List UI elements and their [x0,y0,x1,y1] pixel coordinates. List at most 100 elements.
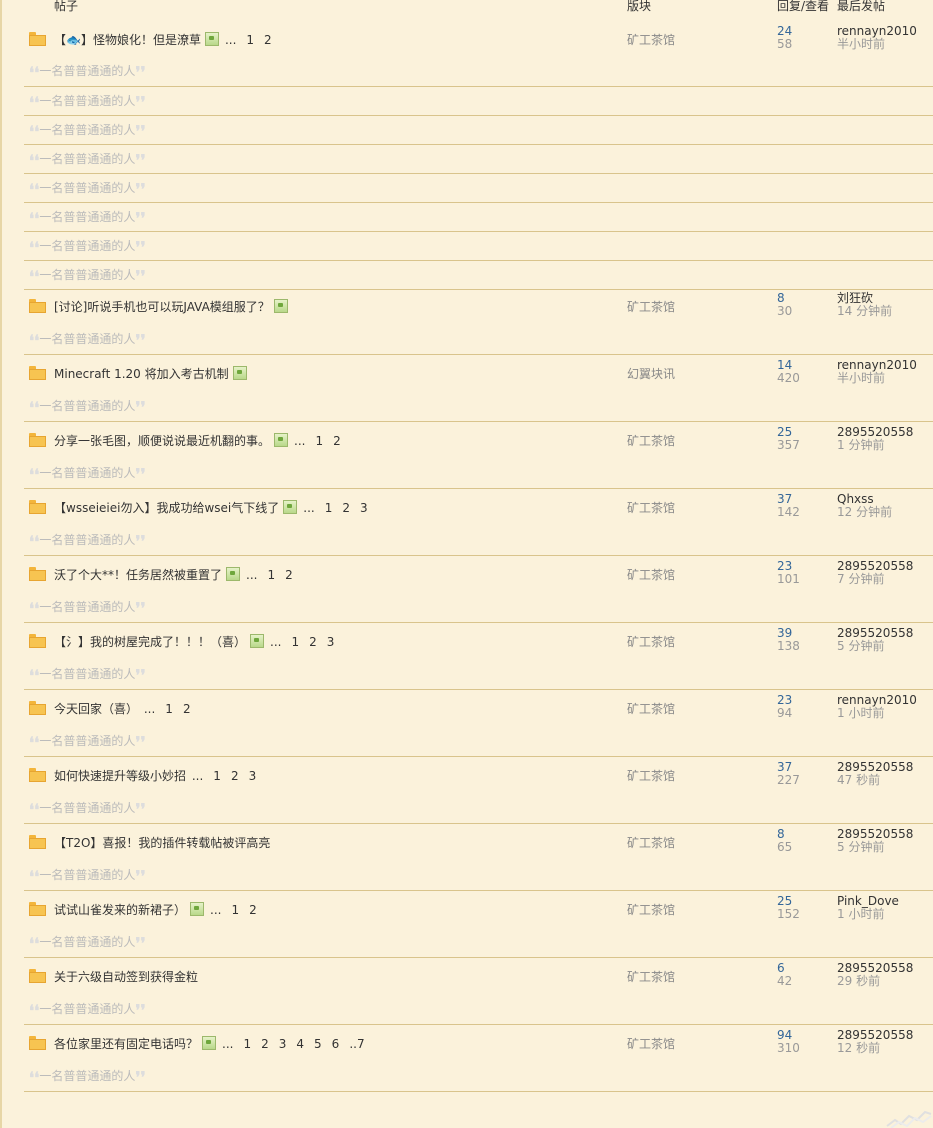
last-post-time[interactable]: 29 秒前 [837,975,913,988]
quote-open-icon: ❛❛ [29,599,40,618]
page-link[interactable]: ..7 [349,1037,364,1051]
forum-link[interactable]: 矿工茶馆 [627,634,675,650]
thread-title-link[interactable]: 【wsseieiei勿入】我成功给wsei气下线了 [54,501,279,515]
page-link[interactable]: 4 [296,1037,304,1051]
thread-title-link[interactable]: 【🐟】怪物娘化！但是潦草 [54,33,201,47]
page-link[interactable]: 2 [342,501,350,515]
page-ellipsis: ... [143,702,156,716]
last-post-time[interactable]: 半小时前 [837,38,917,51]
folder-icon[interactable] [29,32,46,46]
page-link[interactable]: 3 [327,635,335,649]
thread-title-link[interactable]: 沃了个大**！任务居然被重置了 [54,568,222,582]
forum-link[interactable]: 矿工茶馆 [627,902,675,918]
page-link[interactable]: 5 [314,1037,322,1051]
page-link[interactable]: 2 [249,903,257,917]
page-link[interactable]: 1 [243,1037,251,1051]
page-link[interactable]: 1 [231,903,239,917]
folder-icon[interactable] [29,500,46,514]
folder-icon[interactable] [29,433,46,447]
page-link[interactable]: 2 [309,635,317,649]
quote-open-icon: ❛❛ [29,238,40,257]
forum-link[interactable]: 矿工茶馆 [627,500,675,516]
thread-main: 试试山雀发来的新裙子）... 1 2 矿工茶馆 25 152 Pink_Dove 1 小时前 [24,890,933,928]
view-count: 142 [777,505,800,519]
page-link[interactable]: 1 [315,434,323,448]
view-count: 138 [777,639,800,653]
folder-icon[interactable] [29,768,46,782]
thread-title-link[interactable]: 分享一张毛图，顺便说说最近机翻的事。 [54,434,270,448]
thread-title-area: 【T2O】喜报！我的插件转载帖被评高亮 [54,835,270,851]
thread-title-link[interactable]: 试试山雀发来的新裙子） [54,903,186,917]
last-post-time[interactable]: 5 分钟前 [837,640,913,653]
page-link[interactable]: 1 [267,568,275,582]
signature-quote: ❛❛一名普普通通的人❜❜ [29,398,146,416]
reply-view-counts: 24 58 [777,25,792,51]
forum-link[interactable]: 矿工茶馆 [627,701,675,717]
thread-title-link[interactable]: 【氵】我的树屋完成了！！！（喜） [54,635,246,649]
folder-icon[interactable] [29,701,46,715]
page-link[interactable]: 2 [333,434,341,448]
last-post-time[interactable]: 半小时前 [837,372,917,385]
quote-open-icon: ❛❛ [29,209,40,228]
page-link[interactable]: 2 [183,702,191,716]
last-post-time[interactable]: 1 小时前 [837,707,917,720]
last-post-info: 2895520558 7 分钟前 [837,560,913,586]
page-link[interactable]: 1 [246,33,254,47]
forum-link[interactable]: 矿工茶馆 [627,433,675,449]
page-link[interactable]: 1 [165,702,173,716]
forum-link[interactable]: 矿工茶馆 [627,567,675,583]
page-link[interactable]: 1 [213,769,221,783]
page-link[interactable]: 2 [285,568,293,582]
thread-title-link[interactable]: 关于六级自动签到获得金粒 [54,970,198,984]
page-link[interactable]: 1 [291,635,299,649]
page-link[interactable]: 1 [325,501,333,515]
last-post-time[interactable]: 1 小时前 [837,908,899,921]
thread-title-link[interactable]: [讨论]听说手机也可以玩JAVA模组服了？ [54,300,270,314]
folder-icon[interactable] [29,567,46,581]
last-post-time[interactable]: 14 分钟前 [837,305,892,318]
quote-open-icon: ❛❛ [29,934,40,953]
image-attachment-icon [232,366,247,380]
forum-link[interactable]: 幻翼块讯 [627,366,675,382]
folder-icon[interactable] [29,366,46,380]
forum-link[interactable]: 矿工茶馆 [627,835,675,851]
thread-title-link[interactable]: Minecraft 1.20 将加入考古机制 [54,367,229,381]
thread-title-link[interactable]: 如何快速提升等级小妙招 [54,769,186,783]
page-ellipsis: ... [191,769,204,783]
page-link[interactable]: 2 [261,1037,269,1051]
folder-icon[interactable] [29,902,46,916]
header-counts: 回复/查看 [777,0,830,13]
thread-main: [讨论]听说手机也可以玩JAVA模组服了？ 矿工茶馆 8 30 刘狂砍 14 分钟前 [24,287,933,325]
folder-icon[interactable] [29,299,46,313]
image-attachment-icon [250,634,265,648]
thread-title-link[interactable]: 各位家里还有固定电话吗？ [54,1037,198,1051]
page-link[interactable]: 2 [231,769,239,783]
signature-text: 一名普普通通的人 [39,801,136,815]
forum-link[interactable]: 矿工茶馆 [627,299,675,315]
folder-icon[interactable] [29,835,46,849]
forum-link[interactable]: 矿工茶馆 [627,32,675,48]
page-link[interactable]: 3 [360,501,368,515]
folder-icon[interactable] [29,634,46,648]
folder-icon[interactable] [29,969,46,983]
folder-icon[interactable] [29,1036,46,1050]
forum-link[interactable]: 矿工茶馆 [627,969,675,985]
page-link[interactable]: 2 [264,33,272,47]
last-post-time[interactable]: 47 秒前 [837,774,913,787]
forum-link[interactable]: 矿工茶馆 [627,768,675,784]
thread-main: 分享一张毛图，顺便说说最近机翻的事。... 1 2 矿工茶馆 25 357 28955205… [24,421,933,459]
forum-link[interactable]: 矿工茶馆 [627,1036,675,1052]
thread-title-link[interactable]: 【T2O】喜报！我的插件转载帖被评高亮 [54,836,270,850]
last-post-time[interactable]: 7 分钟前 [837,573,913,586]
last-post-time[interactable]: 1 分钟前 [837,439,913,452]
reply-view-counts: 8 30 [777,292,792,318]
page-link[interactable]: 3 [249,769,257,783]
thread-title-link[interactable]: 今天回家（喜） [54,702,138,716]
last-post-time[interactable]: 5 分钟前 [837,841,913,854]
page-link[interactable]: 3 [279,1037,287,1051]
quote-open-icon: ❛❛ [29,180,40,199]
last-post-time[interactable]: 12 秒前 [837,1042,913,1055]
signature-quote: ❛❛一名普普通通的人❜❜ [29,331,146,349]
page-link[interactable]: 6 [332,1037,340,1051]
last-post-time[interactable]: 12 分钟前 [837,506,892,519]
